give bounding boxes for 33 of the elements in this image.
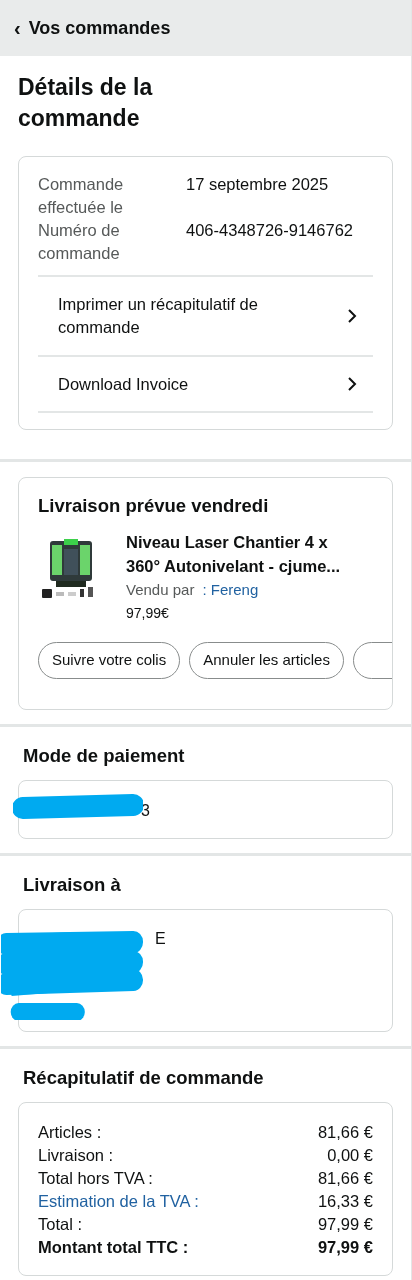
summary-label: Total hors TVA : xyxy=(38,1168,153,1189)
tax-link[interactable]: Estimation de la TVA : xyxy=(38,1190,199,1213)
summary-label: Articles : xyxy=(38,1122,102,1143)
summary-label: Total : xyxy=(38,1214,83,1235)
order-link[interactable]: Download Invoice xyxy=(38,355,373,413)
product-price: 97,99€ xyxy=(126,604,170,623)
section-title: Mode de paiement xyxy=(22,744,186,768)
field-value: 17 septembre 2025 xyxy=(186,174,330,195)
summary-label: Livraison : xyxy=(38,1145,114,1166)
sold-by-label: Vendu par xyxy=(126,580,195,600)
product-title[interactable]: Niveau Laser Chantier 4 x 360° Autonivelant - cjume... xyxy=(126,530,371,578)
seller-link[interactable]: : Fereng xyxy=(202,579,259,601)
summary-value: 97,99 € xyxy=(317,1237,373,1258)
order-link[interactable]: Imprimer un récapitulatif de commande xyxy=(38,275,373,355)
summary-value: 81,66 € xyxy=(317,1122,373,1143)
shipment-title: Livraison prévue vendredi xyxy=(38,494,270,518)
summary-value: 97,99 € xyxy=(317,1214,373,1235)
chevron-icon xyxy=(347,308,357,324)
field-label: Numéro de commande xyxy=(38,220,121,264)
section-title: Livraison à xyxy=(22,873,122,897)
section-title: Récapitulatif de commande xyxy=(22,1066,265,1090)
action-button[interactable]: Annuler les articles xyxy=(189,642,344,679)
field-value: 406-4348726-9146762 xyxy=(186,220,354,241)
summary-value: 81,66 € xyxy=(317,1168,373,1189)
card-text: E xyxy=(155,929,166,949)
summary-label: Montant total TTC : xyxy=(38,1237,189,1258)
summary-value: 0,00 € xyxy=(327,1145,373,1166)
action-button[interactable]: Suivre votre colis xyxy=(38,642,181,679)
summary-value: 16,33 € xyxy=(317,1191,373,1212)
chevron-icon xyxy=(347,376,357,392)
page-title: Détails de la commande xyxy=(18,73,154,133)
field-label: Commande effectuée le xyxy=(38,174,125,218)
back-link[interactable]: ‹ Vos commandes xyxy=(14,14,171,42)
